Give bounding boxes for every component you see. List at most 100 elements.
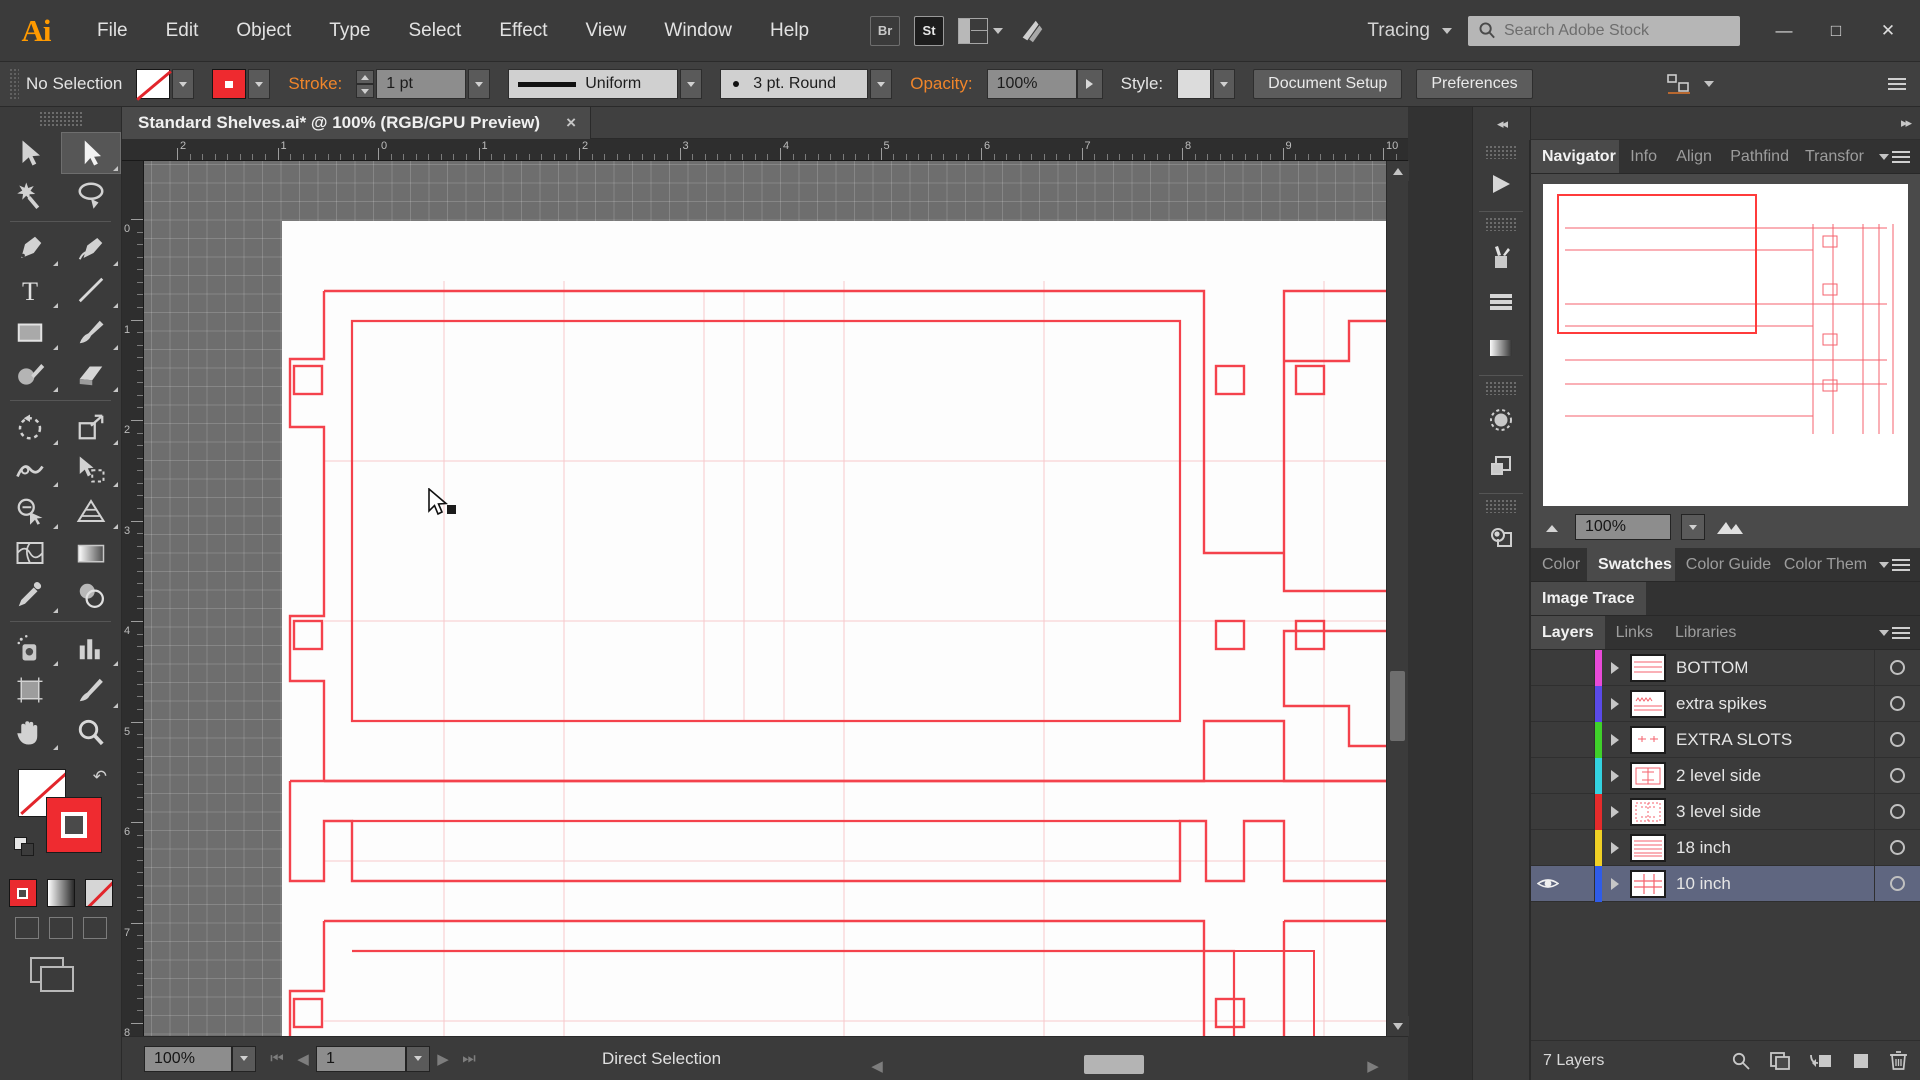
layer-row[interactable]: 10 inch — [1531, 865, 1920, 902]
brush-definition-dropdown[interactable] — [870, 69, 893, 99]
layer-row[interactable]: 2 level side — [1531, 757, 1920, 794]
layer-expand-toggle[interactable] — [1602, 805, 1628, 818]
layer-name[interactable]: 18 inch — [1676, 838, 1874, 858]
layer-target-indicator[interactable] — [1874, 866, 1920, 901]
gradient-button[interactable] — [46, 879, 75, 907]
stroke-profile-combo[interactable]: Uniform — [508, 69, 679, 99]
maximize-button[interactable]: □ — [1810, 13, 1862, 49]
opacity-field[interactable]: 100% — [986, 69, 1077, 99]
go-to-home-icon[interactable] — [1017, 17, 1047, 45]
tool-paintbrush[interactable] — [61, 311, 122, 353]
expand-panels-icon[interactable]: ▸▸ — [1901, 115, 1912, 131]
dock-grip[interactable] — [1485, 217, 1517, 231]
tool-magic-wand[interactable] — [0, 174, 61, 216]
layer-name[interactable]: 10 inch — [1676, 874, 1874, 894]
layer-row[interactable]: EXTRA SLOTS — [1531, 721, 1920, 758]
zoom-level-field[interactable]: 100% — [144, 1045, 232, 1072]
arrange-documents-button[interactable] — [958, 17, 1004, 44]
layer-visibility-toggle[interactable] — [1531, 876, 1565, 891]
tab-color-themes[interactable]: Color Them — [1773, 548, 1869, 581]
menu-file[interactable]: File — [78, 14, 147, 48]
stroke-dropdown[interactable] — [248, 69, 271, 99]
brushes-panel-icon[interactable] — [1473, 233, 1529, 279]
layer-name[interactable]: 3 level side — [1676, 802, 1874, 822]
menu-view[interactable]: View — [567, 14, 646, 48]
dock-grip[interactable] — [1485, 145, 1517, 159]
none-button[interactable] — [84, 879, 113, 907]
tab-links[interactable]: Links — [1605, 616, 1664, 649]
navigator-preview[interactable] — [1543, 184, 1908, 506]
tool-mesh[interactable] — [0, 532, 61, 574]
graphic-style-swatch[interactable] — [1177, 69, 1212, 99]
tab-libraries[interactable]: Libraries — [1664, 616, 1747, 649]
tab-navigator[interactable]: Navigator — [1531, 140, 1620, 173]
layer-target-indicator[interactable] — [1874, 686, 1920, 721]
opacity-dropdown[interactable] — [1076, 69, 1103, 99]
stroke-weight-stepper[interactable] — [356, 70, 375, 98]
layer-target-indicator[interactable] — [1874, 794, 1920, 829]
tool-type[interactable]: T — [0, 269, 61, 311]
tool-line-segment[interactable] — [61, 269, 122, 311]
locate-object-icon[interactable] — [1731, 1051, 1751, 1071]
color-button[interactable] — [8, 879, 37, 907]
layer-target-indicator[interactable] — [1874, 650, 1920, 685]
draw-behind-icon[interactable] — [48, 917, 73, 939]
default-fill-stroke-icon[interactable] — [14, 837, 36, 857]
search-input[interactable] — [1504, 21, 1724, 40]
tools-panel-grip[interactable] — [38, 111, 83, 127]
minimize-button[interactable]: — — [1758, 13, 1810, 49]
layer-name[interactable]: EXTRA SLOTS — [1676, 730, 1874, 750]
tab-layers[interactable]: Layers — [1531, 616, 1605, 649]
layer-expand-toggle[interactable] — [1602, 697, 1628, 710]
dock-grip[interactable] — [1485, 381, 1517, 395]
tool-perspective-grid[interactable] — [61, 490, 122, 532]
scroll-down-icon[interactable] — [1387, 1016, 1409, 1036]
tool-selection[interactable] — [0, 132, 61, 174]
create-new-layer-icon[interactable] — [1851, 1051, 1871, 1071]
current-tool-status[interactable]: Direct Selection — [602, 1049, 721, 1069]
vertical-ruler[interactable]: 0123456789 — [122, 161, 144, 1036]
layer-name[interactable]: 2 level side — [1676, 766, 1874, 786]
close-button[interactable]: ✕ — [1862, 13, 1914, 49]
tool-column-graph[interactable] — [61, 627, 122, 669]
color-panel-menu-icon[interactable] — [1869, 548, 1920, 581]
horizontal-ruler[interactable]: 210123456789101112 — [122, 139, 1408, 161]
layer-name[interactable]: BOTTOM — [1676, 658, 1874, 678]
tab-image-trace[interactable]: Image Trace — [1531, 582, 1646, 615]
tab-swatches[interactable]: Swatches — [1587, 548, 1675, 581]
layer-lock-toggle[interactable] — [1565, 794, 1595, 829]
tool-eyedropper[interactable] — [0, 574, 61, 616]
create-sublayer-icon[interactable] — [1809, 1051, 1833, 1071]
gradient-panel-icon[interactable] — [1473, 325, 1529, 371]
zoom-in-icon[interactable] — [1715, 518, 1745, 536]
tool-shaper[interactable] — [0, 353, 61, 395]
graphic-style-dropdown[interactable] — [1213, 69, 1236, 99]
transparency-panel-icon[interactable] — [1473, 397, 1529, 443]
make-clipping-mask-icon[interactable] — [1769, 1051, 1791, 1071]
layer-lock-toggle[interactable] — [1565, 722, 1595, 757]
tool-symbol-sprayer[interactable] — [0, 627, 61, 669]
tab-transform[interactable]: Transfor — [1794, 140, 1869, 173]
tool-hand[interactable] — [0, 711, 61, 753]
menu-effect[interactable]: Effect — [480, 14, 566, 48]
zoom-out-icon[interactable] — [1543, 520, 1565, 534]
layer-lock-toggle[interactable] — [1565, 650, 1595, 685]
zoom-level-dropdown[interactable] — [232, 1045, 256, 1072]
bridge-button[interactable]: Br — [870, 15, 901, 46]
opacity-label[interactable]: Opacity: — [910, 74, 972, 94]
collapse-panels-button[interactable]: ◂◂ — [1472, 107, 1530, 140]
control-bar-grip[interactable] — [9, 68, 19, 100]
actions-panel-icon[interactable] — [1473, 161, 1529, 207]
tool-slice[interactable] — [61, 669, 122, 711]
layer-expand-toggle[interactable] — [1602, 733, 1628, 746]
control-panel-menu-icon[interactable] — [1888, 78, 1906, 90]
stroke-weight-field[interactable]: 1 pt — [376, 69, 467, 99]
tool-gradient[interactable] — [61, 532, 122, 574]
tool-rectangle[interactable] — [0, 311, 61, 353]
tool-width[interactable] — [0, 448, 61, 490]
draw-inside-icon[interactable] — [82, 917, 107, 939]
draw-normal-icon[interactable] — [14, 917, 39, 939]
layer-lock-toggle[interactable] — [1565, 866, 1595, 901]
stroke-color-swatch[interactable] — [212, 69, 247, 99]
delete-selection-icon[interactable] — [1889, 1050, 1908, 1071]
